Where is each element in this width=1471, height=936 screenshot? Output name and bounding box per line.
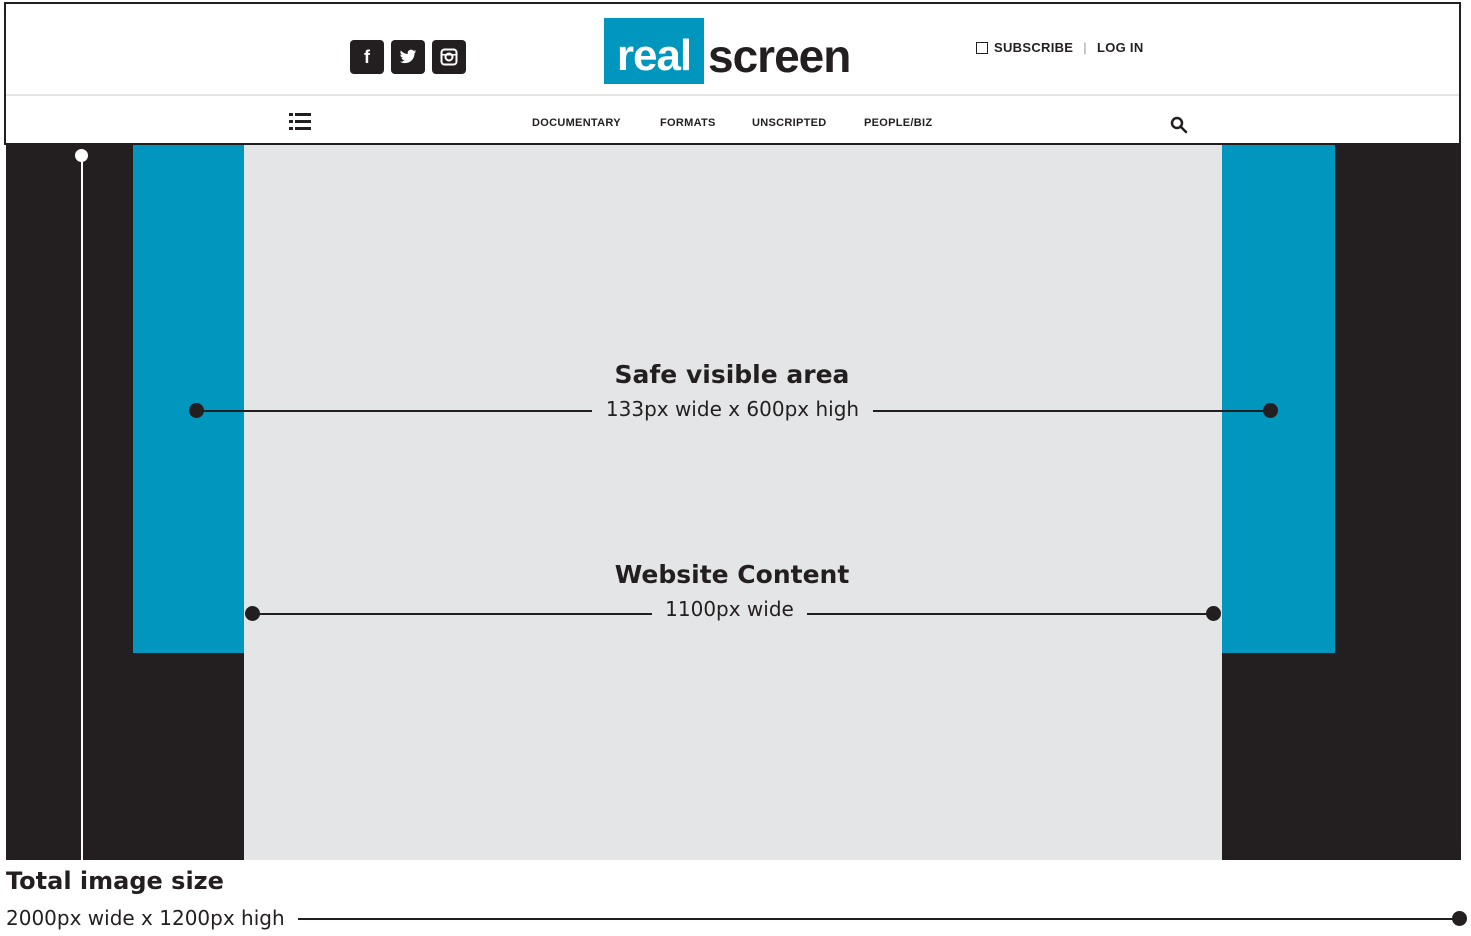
login-link[interactable]: LOG IN bbox=[1097, 40, 1144, 55]
nav-unscripted[interactable]: UNSCRIPTED bbox=[752, 117, 827, 129]
twitter-icon[interactable] bbox=[391, 40, 425, 74]
website-content-dot-left bbox=[245, 606, 260, 621]
account-separator: | bbox=[1083, 40, 1087, 55]
nav-documentary[interactable]: DOCUMENTARY bbox=[532, 117, 621, 129]
safe-area-line-left bbox=[196, 410, 592, 412]
total-width-dot bbox=[1452, 911, 1467, 926]
instagram-icon[interactable] bbox=[432, 40, 466, 74]
realscreen-logo[interactable]: real screen bbox=[604, 14, 851, 84]
website-content-dot-right bbox=[1206, 606, 1221, 621]
facebook-icon[interactable]: f bbox=[350, 40, 384, 74]
header-divider bbox=[6, 94, 1459, 96]
logo-text: screen bbox=[708, 30, 851, 82]
website-content-title: Website Content bbox=[614, 560, 850, 589]
total-size-value: 2000px wide x 1200px high bbox=[6, 906, 285, 930]
hamburger-icon[interactable] bbox=[289, 112, 311, 132]
search-icon[interactable] bbox=[1170, 116, 1188, 134]
safe-area-dot-right bbox=[1263, 403, 1278, 418]
safe-area-left bbox=[133, 145, 244, 653]
safe-area-title: Safe visible area bbox=[614, 360, 850, 389]
subscribe-link[interactable]: SUBSCRIBE bbox=[994, 40, 1073, 55]
diagram-canvas: f real screen SUBSCRIBE | LOG IN DOCUMEN… bbox=[0, 0, 1471, 936]
total-width-line bbox=[298, 918, 1460, 920]
account-links: SUBSCRIBE | LOG IN bbox=[976, 40, 1144, 55]
website-content-line-left bbox=[252, 613, 652, 615]
nav-people-biz[interactable]: PEOPLE/BIZ bbox=[864, 117, 932, 129]
total-height-top-dot bbox=[75, 149, 88, 162]
nav-formats[interactable]: FORMATS bbox=[660, 117, 716, 129]
subscribe-checkbox-icon[interactable] bbox=[976, 41, 988, 54]
safe-area-dot-left bbox=[189, 403, 204, 418]
website-content-line-right bbox=[807, 613, 1214, 615]
safe-area-size: 133px wide x 600px high bbox=[605, 397, 860, 421]
total-size-title: Total image size bbox=[6, 867, 224, 895]
safe-area-right bbox=[1222, 145, 1335, 653]
website-content-area bbox=[244, 145, 1222, 860]
website-content-size: 1100px wide bbox=[665, 597, 794, 621]
logo-highlight: real bbox=[604, 18, 704, 84]
total-height-line bbox=[81, 155, 83, 860]
safe-area-line-right bbox=[873, 410, 1271, 412]
site-header: f real screen SUBSCRIBE | LOG IN DOCUMEN… bbox=[4, 2, 1461, 145]
